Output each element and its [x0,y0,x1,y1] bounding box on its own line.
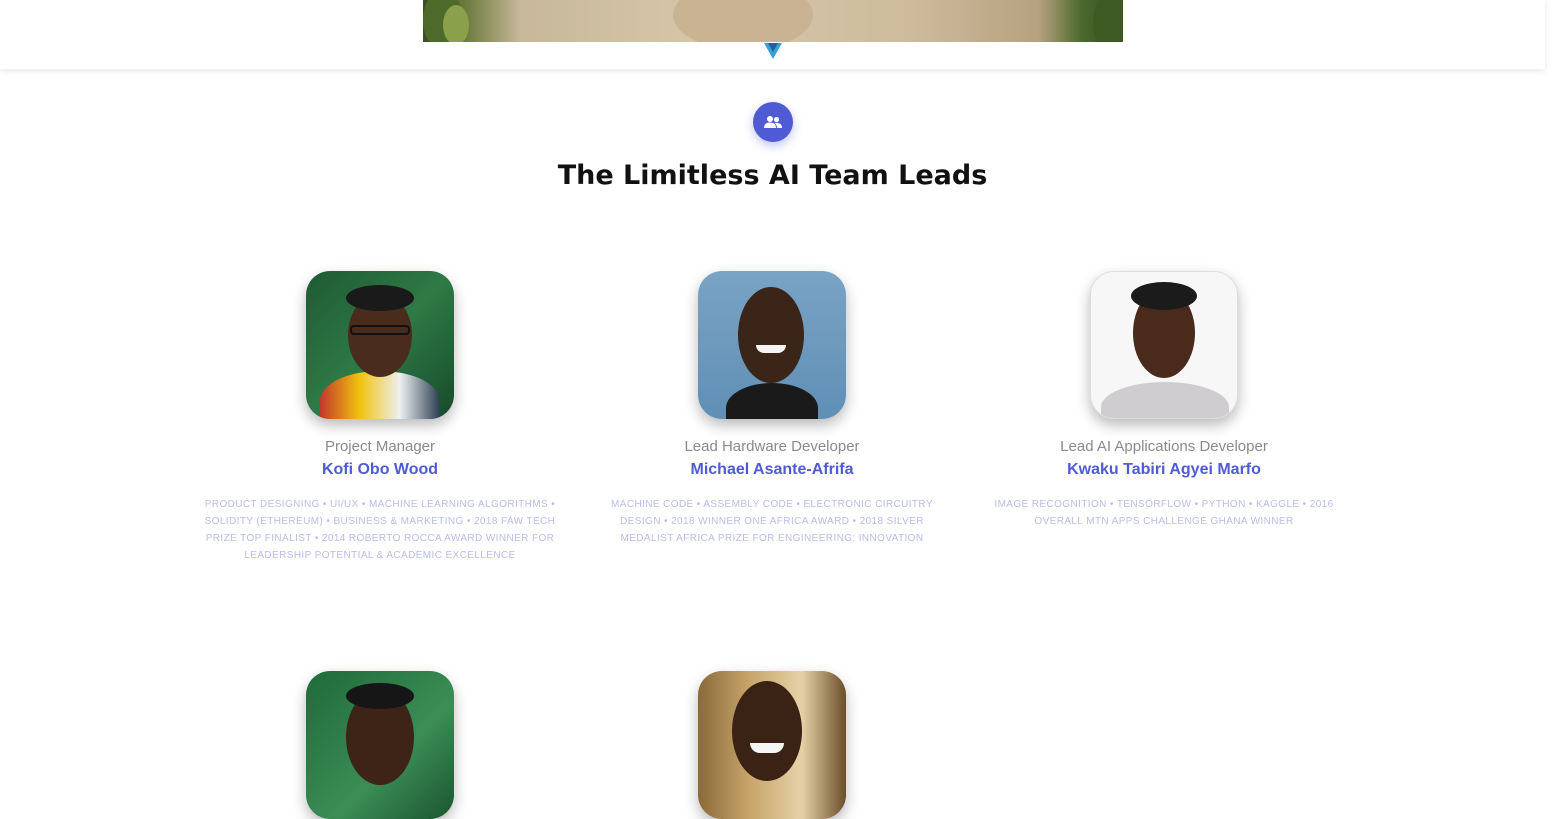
avatar [698,271,846,419]
member-skills: IMAGE RECOGNITION • TENSORFLOW • PYTHON … [994,499,1334,527]
team-icon [753,102,793,142]
team-member-card [190,671,570,819]
team-member-card: Project Manager Kofi Obo Wood PRODUCT DE… [190,271,570,564]
member-role: Project Manager [324,438,436,455]
member-skills: PRODUCT DESIGNING • UI/UX • MACHINE LEAR… [204,499,556,561]
hero-panel [0,0,1545,69]
avatar [698,671,846,819]
member-name[interactable]: Kwaku Tabiri Agyei Marfo [974,460,1354,480]
member-name[interactable]: Michael Asante-Afrifa [582,460,962,480]
member-skills: MACHINE CODE • ASSEMBLY CODE • ELECTRONI… [611,499,933,544]
logo-icon [764,43,782,59]
team-member-card: Lead Hardware Developer Michael Asante-A… [582,271,962,547]
avatar [306,671,454,819]
member-role: Lead Hardware Developer [684,438,860,455]
avatar [306,271,454,419]
member-role: Lead AI Applications Developer [1060,438,1268,455]
section-title: The Limitless AI Team Leads [557,160,988,191]
avatar [1090,271,1238,419]
team-member-card [582,671,962,819]
hero-photo [423,0,1123,42]
team-member-card: Lead AI Applications Developer Kwaku Tab… [974,271,1354,530]
member-name[interactable]: Kofi Obo Wood [190,460,570,480]
